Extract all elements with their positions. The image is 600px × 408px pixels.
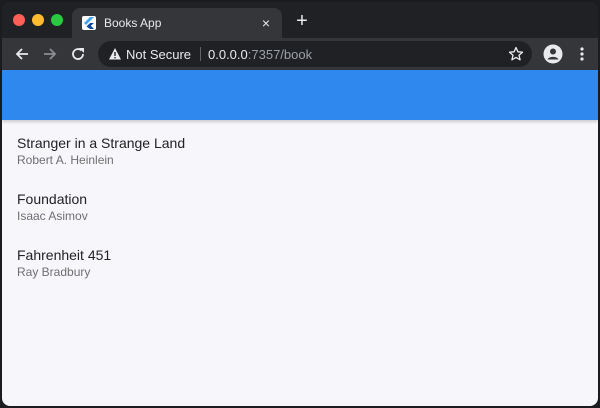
book-author: Robert A. Heinlein xyxy=(17,153,114,167)
security-status[interactable]: Not Secure xyxy=(126,47,191,62)
book-title: Foundation xyxy=(17,191,88,207)
book-title: Stranger in a Strange Land xyxy=(17,135,186,151)
star-icon[interactable] xyxy=(508,46,524,67)
tab-books-app[interactable]: Books App × xyxy=(72,8,282,38)
book-title: Fahrenheit 451 xyxy=(17,247,112,263)
list-item[interactable]: Stranger in a Strange Land Robert A. Hein… xyxy=(2,120,598,176)
browser-toolbar: Not Secure 0.0.0.0:7357/book xyxy=(2,38,598,70)
book-author: Isaac Asimov xyxy=(17,209,88,223)
tab-title: Books App xyxy=(104,16,162,30)
more-vert-icon[interactable] xyxy=(572,44,592,64)
url-host: 0.0.0.0 xyxy=(208,47,248,62)
zoom-window-button[interactable] xyxy=(51,14,63,26)
app-bar xyxy=(2,70,598,120)
omnibox-divider xyxy=(200,47,201,61)
close-tab-icon[interactable]: × xyxy=(258,15,274,31)
back-arrow-icon[interactable] xyxy=(12,44,32,64)
list-item[interactable]: Foundation Isaac Asimov xyxy=(2,176,598,232)
web-page: Stranger in a Strange Land Robert A. Hein… xyxy=(2,70,598,406)
list-item[interactable]: Fahrenheit 451 Ray Bradbury xyxy=(2,232,598,288)
close-window-button[interactable] xyxy=(13,14,25,26)
url-path: :7357/book xyxy=(247,47,313,62)
book-list: Stranger in a Strange Land Robert A. Hein… xyxy=(2,120,598,288)
minimize-window-button[interactable] xyxy=(32,14,44,26)
warning-icon[interactable] xyxy=(108,47,122,66)
reload-icon[interactable] xyxy=(68,44,88,64)
flutter-icon xyxy=(82,16,96,30)
browser-window: Books App × + Not Secure 0.0.0.0:7357/bo… xyxy=(2,2,598,406)
url-text[interactable]: 0.0.0.0:7357/book xyxy=(208,47,312,62)
book-author: Ray Bradbury xyxy=(17,265,91,279)
new-tab-button[interactable]: + xyxy=(292,11,312,31)
account-icon[interactable] xyxy=(543,44,563,64)
address-bar[interactable]: Not Secure 0.0.0.0:7357/book xyxy=(98,41,532,67)
forward-arrow-icon[interactable] xyxy=(40,44,60,64)
tab-strip: Books App × + xyxy=(2,2,598,38)
